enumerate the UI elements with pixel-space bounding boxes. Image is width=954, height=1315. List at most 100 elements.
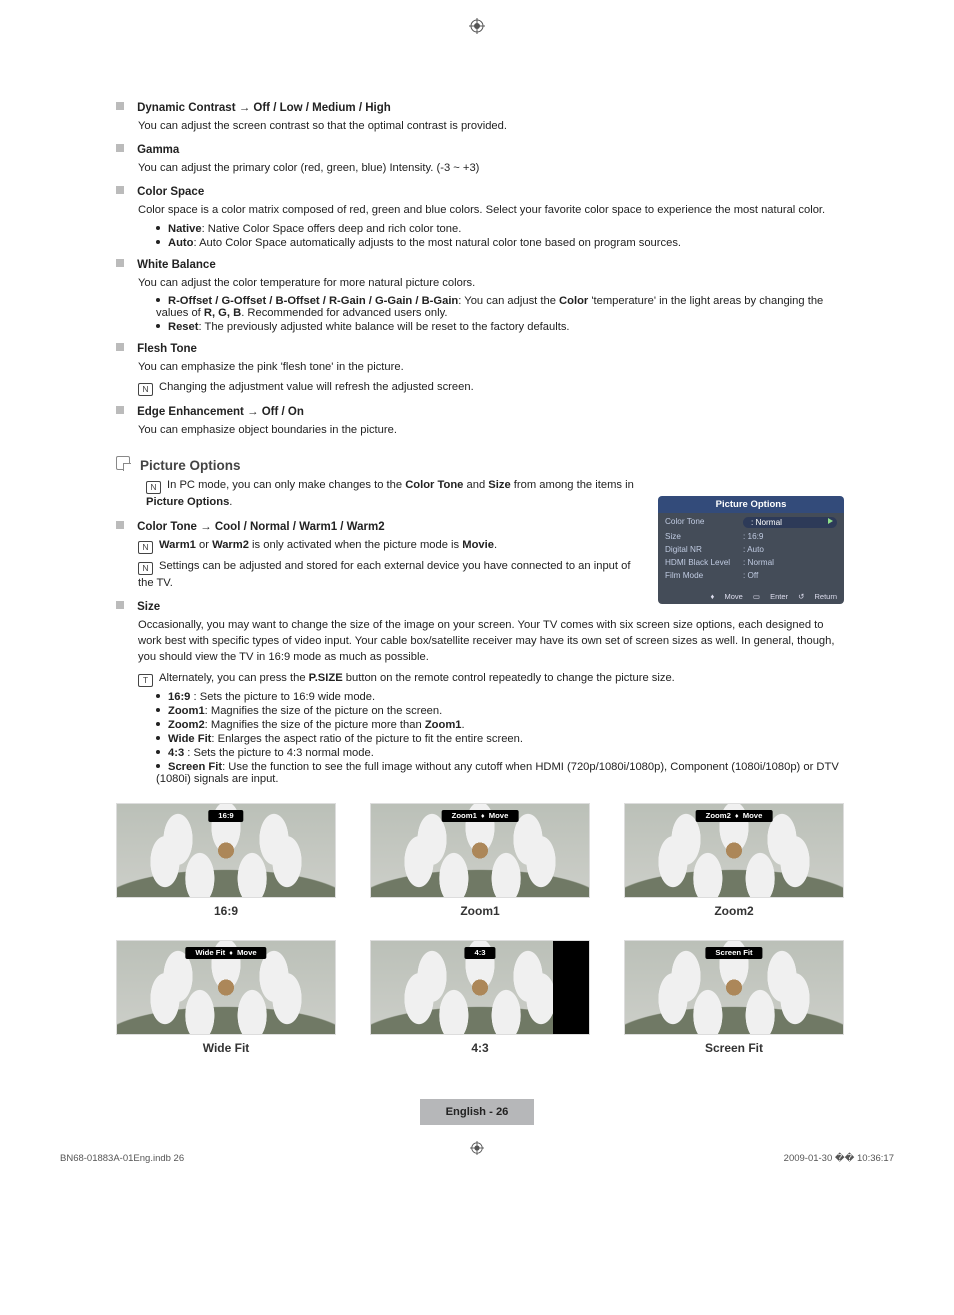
osd-row[interactable]: HDMI Black Level: Normal — [658, 556, 844, 569]
body-text: You can emphasize the pink 'flesh tone' … — [138, 359, 844, 375]
term: Zoom1 — [425, 719, 462, 731]
heading: White Balance — [137, 259, 216, 271]
heading: Dynamic Contrast → Off / Low / Medium / … — [137, 102, 391, 114]
registration-mark-top-icon — [469, 18, 485, 34]
dot-bullet-icon — [156, 240, 160, 244]
text: from among the items in — [511, 479, 634, 491]
osd-value: : Normal — [743, 558, 774, 567]
thumbnail-image: 16:9 — [116, 803, 336, 898]
content-column: Dynamic Contrast → Off / Low / Medium / … — [116, 102, 844, 1055]
text: Alternately, you can press the — [159, 672, 309, 684]
osd-hint-enter: ▭ Enter — [753, 592, 788, 601]
aspect-thumbnail-grid: 16:916:9Zoom1 ♦ MoveZoom1Zoom2 ♦ MoveZoo… — [116, 803, 844, 1055]
osd-row[interactable]: Film Mode: Off — [658, 569, 844, 582]
list-item: Reset: The previously adjusted white bal… — [156, 321, 844, 333]
note-n-icon — [138, 541, 153, 554]
term: Zoom2 — [168, 719, 205, 731]
square-bullet-icon — [116, 343, 124, 351]
osd-hint-move: ♦ Move — [711, 592, 743, 601]
osd-title: Picture Options — [658, 496, 844, 513]
osd-value: : Off — [743, 571, 758, 580]
thumbnail-caption: Screen Fit — [624, 1041, 844, 1055]
dot-bullet-icon — [156, 298, 160, 302]
text: : You can adjust the — [458, 295, 559, 307]
square-bullet-icon — [116, 406, 124, 414]
move-label: Move — [741, 811, 763, 820]
thumbnail-image: Zoom1 ♦ Move — [370, 803, 590, 898]
thumbnail-caption: Zoom2 — [624, 904, 844, 918]
osd-key: Film Mode — [665, 571, 743, 580]
term: Color — [559, 295, 588, 307]
document-page: Dynamic Contrast → Off / Low / Medium / … — [0, 0, 954, 1209]
heading: Gamma — [137, 144, 179, 156]
section-picture-options-heading: Picture Options — [116, 456, 844, 473]
text: and — [463, 479, 488, 491]
text: button on the remote control repeatedly … — [343, 672, 675, 684]
section-size: Size Occasionally, you may want to chang… — [116, 601, 844, 785]
text: : Use the function to see the full image… — [156, 761, 839, 785]
dot-bullet-icon — [156, 750, 160, 754]
term: Wide Fit — [168, 733, 211, 745]
text: . — [461, 719, 464, 731]
term: Auto — [168, 237, 193, 249]
list-item: Wide Fit: Enlarges the aspect ratio of t… — [156, 733, 844, 745]
thumbnail-image: Zoom2 ♦ Move — [624, 803, 844, 898]
text: : Magnifies the size of the picture on t… — [205, 705, 443, 717]
open-square-icon — [116, 456, 130, 470]
list-item: R-Offset / G-Offset / B-Offset / R-Gain … — [156, 295, 844, 319]
body-text: You can adjust the color temperature for… — [138, 275, 844, 291]
osd-key: Color Tone — [665, 517, 743, 528]
dot-bullet-icon — [156, 764, 160, 768]
dot-bullet-icon — [156, 736, 160, 740]
note-n-icon — [138, 383, 153, 396]
text: : Auto Color Space automatically adjusts… — [193, 237, 681, 249]
term: Screen Fit — [168, 761, 222, 773]
note-n-icon — [138, 562, 153, 575]
term: Color Tone — [405, 479, 463, 491]
thumbnail-cell: Screen FitScreen Fit — [624, 940, 844, 1055]
osd-row[interactable]: Digital NR: Auto — [658, 543, 844, 556]
osd-key: Digital NR — [665, 545, 743, 554]
thumbnail-caption: Zoom1 — [370, 904, 590, 918]
move-label: Move — [487, 811, 509, 820]
term: Reset — [168, 321, 198, 333]
text: : Magnifies the size of the picture more… — [205, 719, 425, 731]
tool-t-icon — [138, 674, 153, 687]
body-text: You can adjust the screen contrast so th… — [138, 118, 844, 134]
square-bullet-icon — [116, 144, 124, 152]
heading: Flesh Tone — [137, 343, 197, 355]
picture-options-osd-panel: Picture Options Color Tone: Normal Size:… — [658, 496, 844, 604]
square-bullet-icon — [116, 102, 124, 110]
note: Changing the adjustment value will refre… — [138, 379, 844, 396]
heading: Color Space — [137, 186, 204, 198]
section-dynamic-contrast: Dynamic Contrast → Off / Low / Medium / … — [116, 102, 844, 134]
note: Warm1 or Warm2 is only activated when th… — [138, 537, 648, 554]
body-text: Color space is a color matrix composed o… — [138, 202, 844, 218]
osd-value: : 16:9 — [743, 532, 764, 541]
text: : The previously adjusted white balance … — [198, 321, 569, 333]
section-white-balance: White Balance You can adjust the color t… — [116, 259, 844, 333]
thumbnail-cell: Zoom2 ♦ Move Zoom2 — [624, 803, 844, 918]
term: Size — [488, 479, 510, 491]
osd-key: HDMI Black Level — [665, 558, 743, 567]
note: In PC mode, you can only make changes to… — [146, 477, 656, 510]
term: Warm2 — [212, 539, 249, 551]
osd-row[interactable]: Size: 16:9 — [658, 530, 844, 543]
osd-footer: ♦ Move ▭ Enter ↺ Return — [703, 592, 837, 601]
list-item: Auto: Auto Color Space automatically adj… — [156, 237, 844, 249]
list-item: 16:9 : Sets the picture to 16:9 wide mod… — [156, 691, 844, 703]
body-text: You can adjust the primary color (red, g… — [138, 160, 844, 176]
thumbnail-banner: 16:9 — [208, 810, 243, 822]
section-gamma: Gamma You can adjust the primary color (… — [116, 144, 844, 176]
updown-icon: ♦ — [735, 813, 739, 820]
updown-icon: ♦ — [229, 950, 233, 957]
thumbnail-image: 4:3 — [370, 940, 590, 1035]
heading: Edge Enhancement → Off / On — [137, 406, 304, 418]
footer-filename: BN68-01883A-01Eng.indb 26 — [60, 1153, 184, 1164]
term: P.SIZE — [309, 672, 343, 684]
thumbnail-image: Wide Fit ♦ Move — [116, 940, 336, 1035]
thumbnail-caption: 16:9 — [116, 904, 336, 918]
list-item: Screen Fit: Use the function to see the … — [156, 761, 844, 785]
osd-row[interactable]: Color Tone: Normal — [658, 515, 844, 530]
text: or — [196, 539, 212, 551]
